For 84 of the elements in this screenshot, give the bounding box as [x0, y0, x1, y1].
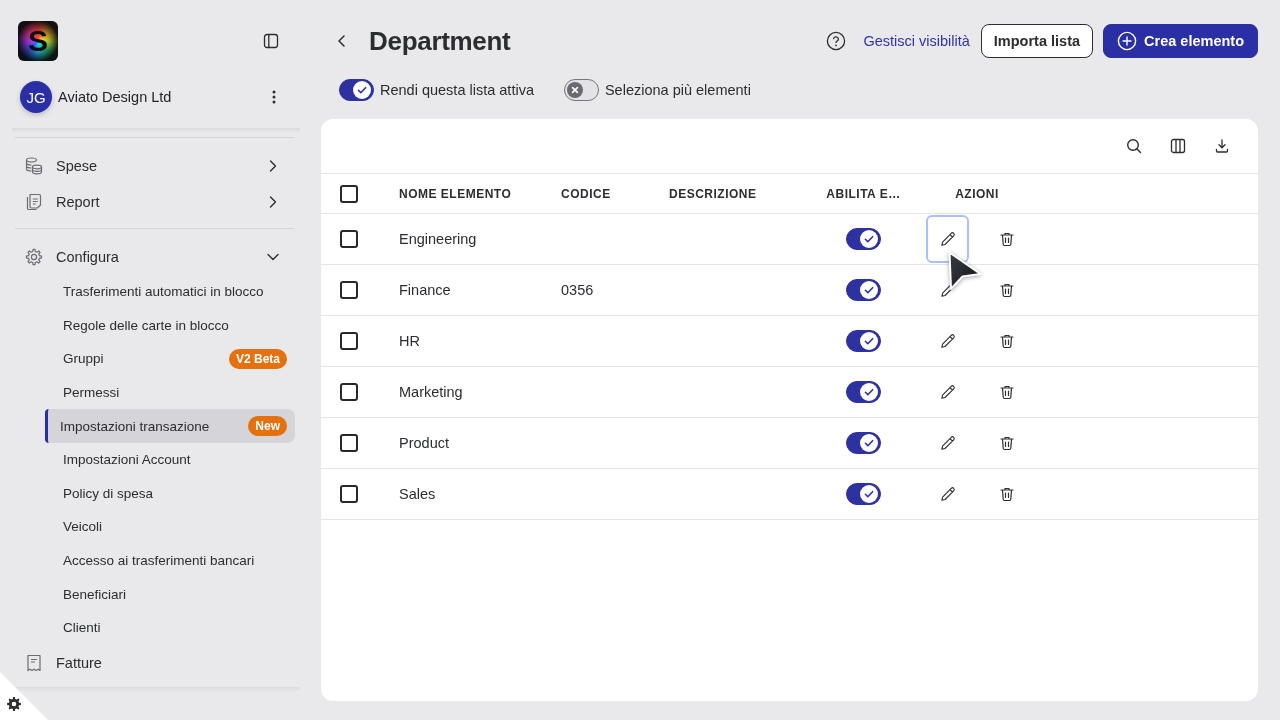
table-cell: Product: [399, 435, 449, 451]
nav-item[interactable]: Spese: [13, 148, 294, 184]
checkbox[interactable]: [340, 383, 358, 401]
nav-subitem[interactable]: Veicoli: [45, 510, 295, 544]
toggle-switch[interactable]: [846, 381, 881, 403]
nav-subitem[interactable]: Impostazioni transazione New: [45, 409, 295, 443]
nav-subitem[interactable]: Gruppi V2 Beta: [45, 342, 295, 376]
settings-icon: [7, 697, 21, 711]
checkbox[interactable]: [340, 184, 358, 203]
pencil-icon: [939, 231, 956, 247]
nav-subitem[interactable]: Clienti: [45, 610, 295, 645]
app-logo[interactable]: S: [18, 21, 58, 61]
manage-visibility-link[interactable]: Gestisci visibilità: [863, 33, 970, 49]
table-cell: Marketing: [399, 384, 463, 400]
nav-subitem[interactable]: Beneficiari: [45, 577, 295, 611]
toggle-switch[interactable]: [846, 483, 881, 505]
switch-label: Rendi questa lista attiva: [380, 82, 534, 98]
toggle-switch[interactable]: [846, 330, 881, 352]
toggle-switch[interactable]: [846, 228, 881, 250]
table-cell: Finance: [399, 282, 451, 298]
trash-icon: [998, 231, 1015, 247]
checkbox[interactable]: [340, 230, 358, 248]
column-header: NOME ELEMENTO: [399, 186, 512, 201]
pencil-icon: [939, 486, 956, 502]
create-button[interactable]: Crea elemento: [1103, 24, 1258, 58]
avatar[interactable]: JG: [20, 81, 52, 113]
trash-icon: [998, 486, 1015, 502]
status-badge: V2 Beta: [228, 349, 287, 369]
column-header: CODICE: [561, 186, 611, 201]
checkbox[interactable]: [340, 434, 358, 452]
help-icon[interactable]: [826, 31, 847, 51]
check-icon: [353, 81, 371, 99]
page-title: Department: [369, 25, 511, 57]
check-icon: [860, 485, 878, 503]
table-cell: HR: [399, 333, 420, 349]
nav-item[interactable]: Fatture: [13, 644, 294, 681]
columns-icon: [1170, 138, 1186, 154]
column-header: AZIONI: [955, 186, 999, 201]
checkbox[interactable]: [340, 281, 358, 299]
checkbox[interactable]: [340, 332, 358, 350]
toggle-switch[interactable]: [339, 79, 374, 101]
x-icon: [566, 82, 583, 98]
settings-icon: [25, 248, 43, 266]
check-icon: [860, 434, 878, 452]
organization-name: Aviato Design Ltd: [58, 89, 172, 105]
toggle-switch[interactable]: [846, 432, 881, 454]
pencil-icon: [939, 333, 956, 349]
download-icon: [1214, 138, 1230, 154]
receipt-icon: [25, 653, 43, 672]
nav-item[interactable]: Report: [13, 184, 294, 220]
coin-stack-icon: [25, 157, 43, 175]
nav-item[interactable]: Configura: [13, 239, 294, 275]
sidebar-toggle-icon[interactable]: [263, 33, 279, 49]
table-cell: 0356: [561, 282, 594, 298]
nav-subitem[interactable]: Trasferimenti automatici in blocco: [45, 275, 295, 309]
column-header: ABILITA E…: [826, 186, 901, 201]
nav-subitem[interactable]: Permessi: [45, 375, 295, 410]
trash-icon: [998, 282, 1015, 298]
nav-subitem[interactable]: Regole delle carte in blocco: [45, 308, 295, 343]
table-cell: Engineering: [399, 231, 477, 247]
trash-icon: [998, 435, 1015, 451]
pencil-icon: [939, 384, 956, 400]
check-icon: [860, 230, 878, 248]
status-badge: New: [248, 416, 287, 437]
nav-subitem[interactable]: Policy di spesa: [45, 476, 295, 511]
toggle-switch[interactable]: [846, 279, 881, 301]
more-options-icon[interactable]: [272, 90, 276, 104]
import-button[interactable]: Importa lista: [980, 24, 1094, 58]
checkbox[interactable]: [340, 485, 358, 503]
pencil-icon: [939, 435, 956, 451]
plus-circle-icon: [1117, 31, 1138, 51]
table-cell: Sales: [399, 486, 436, 502]
check-icon: [860, 332, 878, 350]
trash-icon: [998, 384, 1015, 400]
document-icon: [25, 193, 43, 211]
check-icon: [860, 383, 878, 401]
toggle-switch[interactable]: [563, 79, 599, 101]
search-icon: [1126, 138, 1142, 154]
nav-subitem[interactable]: Accesso ai trasferimenti bancari: [45, 543, 295, 578]
nav-subitem[interactable]: Impostazioni Account: [45, 442, 295, 477]
check-icon: [860, 281, 878, 299]
switch-label: Seleziona più elementi: [604, 82, 751, 98]
column-header: DESCRIZIONE: [669, 186, 757, 201]
trash-icon: [998, 333, 1015, 349]
